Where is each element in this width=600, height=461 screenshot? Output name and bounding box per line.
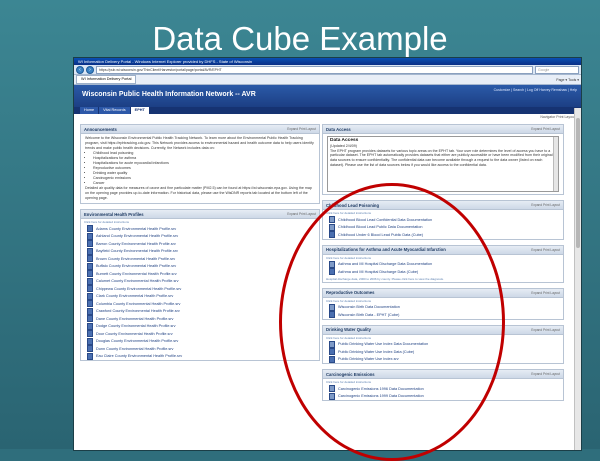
panel-text: The EPHT program provides datasets for v… [330, 148, 553, 167]
highlight-ellipse [279, 183, 505, 461]
report-icon [87, 315, 93, 323]
list-item[interactable]: Buffalo County Environmental Health Prof… [81, 262, 319, 271]
breadcrumb[interactable]: Navigator Print Layout [74, 114, 581, 121]
portlet-tools[interactable]: Expand Print Layout [531, 127, 560, 131]
portlet-title: Announcements [84, 126, 117, 132]
url-field[interactable]: https://pub.wi.wisconsin.gov/ThinClient/… [96, 65, 533, 74]
portal-title: Wisconsin Public Health Information Netw… [82, 91, 256, 98]
report-icon [87, 262, 93, 270]
portlet-header: Environmental Health Profiles Expand Pri… [81, 210, 319, 219]
report-icon [87, 330, 93, 338]
report-icon [87, 345, 93, 353]
data-access-portlet: Data Access Expand Print Layout Data Acc… [322, 124, 564, 195]
window-title: WI Information Delivery Portal - Windows… [74, 58, 581, 65]
search-input[interactable]: Google [535, 65, 579, 74]
profile-link[interactable]: Brown County Environmental Health Profil… [96, 257, 175, 261]
profile-link[interactable]: Burnett County Environmental Health Prof… [96, 272, 177, 276]
portlet-tools[interactable]: Expand Print Layout [531, 328, 560, 332]
portlet-title: Data Access [326, 126, 351, 132]
report-icon [87, 307, 93, 315]
report-icon [87, 270, 93, 278]
announcements-portlet: Announcements Expand Print Layout Welcom… [80, 124, 320, 204]
portlet-tools[interactable]: Expand Print Layout [531, 203, 560, 207]
report-icon [87, 322, 93, 330]
report-icon [87, 247, 93, 255]
report-icon [87, 232, 93, 240]
tab-epht[interactable]: EPHT [130, 107, 149, 114]
list-item[interactable]: Brown County Environmental Health Profil… [81, 255, 319, 263]
portlet-tools[interactable]: Expand Print Layout [287, 127, 316, 131]
list-item[interactable]: Bayfield County Environmental Health Pro… [81, 247, 319, 256]
list-item[interactable]: Burnett County Environmental Health Prof… [81, 270, 319, 278]
back-icon[interactable]: ‹ [76, 65, 84, 74]
profile-link[interactable]: Bayfield County Environmental Health Pro… [96, 249, 178, 253]
list-item[interactable]: Adams County Environmental Health Profil… [81, 225, 319, 233]
profile-link[interactable]: Calumet County Environmental Health Prof… [96, 279, 179, 283]
browser-tab[interactable]: WI Information Delivery Portal [76, 75, 137, 84]
profile-link[interactable]: Columbia County Environmental Health Pro… [96, 302, 180, 306]
profile-link[interactable]: Dodge County Environmental Health Profil… [96, 324, 176, 328]
address-bar: ‹ › https://pub.wi.wisconsin.gov/ThinCli… [74, 65, 581, 75]
browser-tools[interactable]: Page ▾ Tools ▾ [556, 78, 579, 82]
profile-link[interactable]: Dane County Environmental Health Profile… [96, 317, 173, 321]
profile-link[interactable]: Door County Environmental Health Profile… [96, 332, 173, 336]
forward-icon[interactable]: › [86, 65, 94, 74]
profile-link[interactable]: Ashland County Environmental Health Prof… [96, 234, 178, 238]
profile-link[interactable]: Barron County Environmental Health Profi… [96, 242, 176, 246]
portal-nav: Home Vital Records EPHT [74, 107, 581, 114]
list-item[interactable]: Barron County Environmental Health Profi… [81, 240, 319, 248]
slide-title: Data Cube Example [152, 20, 448, 57]
announcement-intro: Welcome to the Wisconsin Environmental P… [85, 136, 314, 150]
topic-list: Childhood lead poisoning Hospitalization… [85, 151, 315, 186]
portlet-tools[interactable]: Expand Print Layout [531, 248, 560, 252]
report-icon [87, 240, 93, 248]
data-access-panel[interactable]: Data Access (Updated 2/4/09) The EPHT pr… [327, 136, 559, 192]
tab-home[interactable]: Home [80, 107, 99, 114]
profile-link[interactable]: Eau Claire County Environmental Health P… [96, 354, 182, 358]
panel-scrollbar[interactable] [553, 137, 558, 191]
report-icon [87, 225, 93, 233]
profile-link[interactable]: Crawford County Environmental Health Pro… [96, 309, 180, 313]
list-item[interactable]: Ashland County Environmental Health Prof… [81, 232, 319, 241]
announcement-outro: Detailed air quality data for measures o… [85, 186, 312, 200]
portlet-tools[interactable]: Expand Print Layout [531, 291, 560, 295]
portlet-title: Environmental Health Profiles [84, 211, 144, 217]
portlet-tools[interactable]: Expand Print Layout [287, 212, 316, 216]
portlet-tools[interactable]: Expand Print Layout [531, 372, 560, 376]
report-icon [87, 292, 93, 300]
portal-header-links[interactable]: Customize | Search | Log Off Harvey Rems… [494, 88, 577, 92]
report-icon [87, 300, 93, 308]
profile-link[interactable]: Adams County Environmental Health Profil… [96, 227, 176, 231]
profile-link[interactable]: Dunn County Environmental Health Profile… [96, 347, 173, 351]
portlet-header: Data Access Expand Print Layout [323, 125, 563, 134]
browser-tabs: WI Information Delivery Portal Page ▾ To… [74, 75, 581, 85]
scrollbar-thumb[interactable] [576, 118, 580, 248]
report-icon [87, 285, 93, 293]
profile-link[interactable]: Buffalo County Environmental Health Prof… [96, 264, 176, 268]
portlet-header: Announcements Expand Print Layout [81, 125, 319, 134]
portal-header: Wisconsin Public Health Information Netw… [74, 85, 581, 107]
report-icon [87, 337, 93, 345]
profile-link[interactable]: Clark County Environmental Health Profil… [96, 294, 173, 298]
report-icon [87, 352, 93, 360]
profile-link[interactable]: Douglas County Environmental Health Prof… [96, 339, 178, 343]
tab-vital-records[interactable]: Vital Records [99, 107, 130, 114]
report-icon [87, 255, 93, 263]
announcements-body: Welcome to the Wisconsin Environmental P… [81, 134, 319, 203]
profile-link[interactable]: Chippewa County Environmental Health Pro… [96, 287, 181, 291]
report-icon [87, 277, 93, 285]
